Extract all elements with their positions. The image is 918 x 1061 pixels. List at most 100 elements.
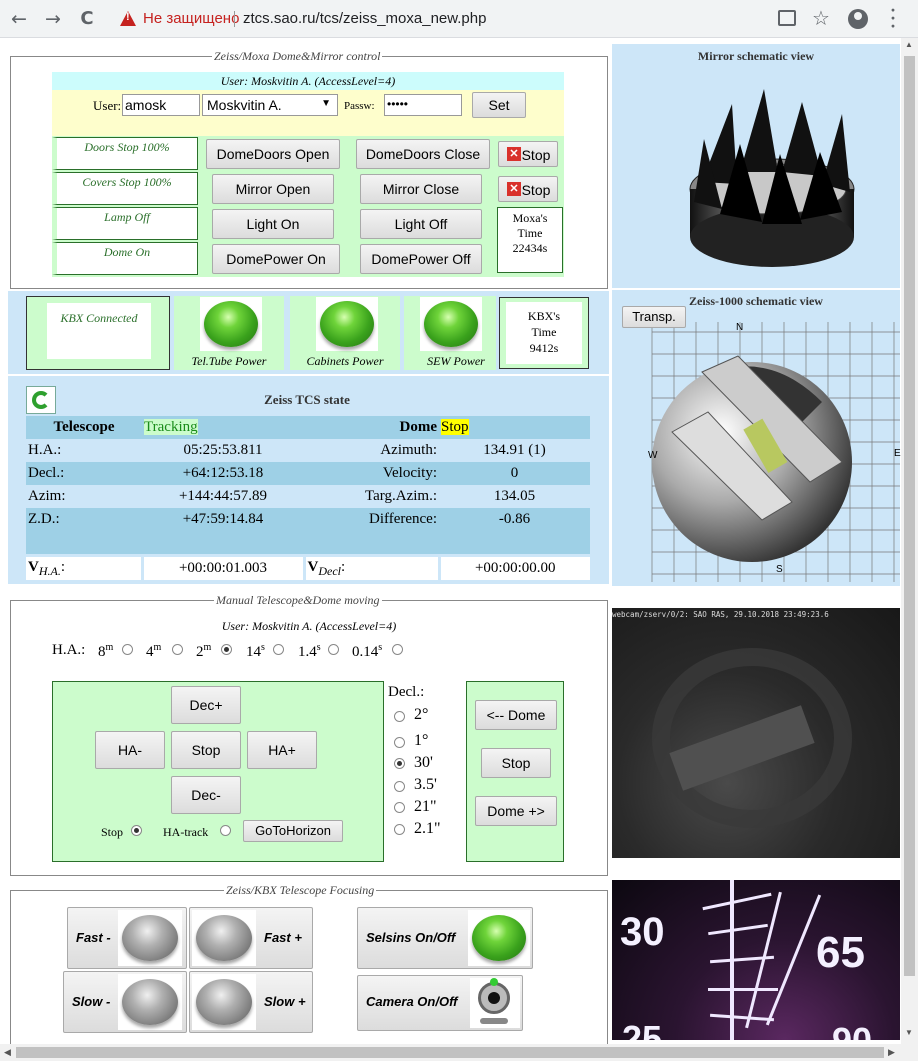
velocity-value: 0	[510, 465, 519, 481]
scale-label-65: 65	[816, 928, 865, 977]
url-text: ztcs.sao.ru/tcs/zeiss_moxa_new.php	[243, 10, 487, 27]
green-led-icon	[204, 301, 258, 347]
vertical-scrollbar[interactable]: ▲ ▼	[901, 38, 918, 1046]
security-warning: Не защищено	[143, 10, 240, 27]
tcs-title: Zeiss TCS state	[264, 392, 350, 407]
webcam-focus-scale-image: 30 65 25 90	[612, 880, 900, 1040]
ha-step-8m[interactable]	[122, 644, 133, 655]
user-select[interactable]: Moskvitin A. ▼	[202, 94, 338, 116]
decl-step-2deg[interactable]	[394, 711, 405, 722]
vdec-value: +00:00:00.00	[437, 557, 590, 580]
gray-button-icon	[196, 979, 252, 1025]
mode-stop-radio[interactable]	[131, 825, 142, 836]
dec-plus-button[interactable]: Dec+	[171, 686, 241, 724]
decl-step-3-5min[interactable]	[394, 781, 405, 792]
azim-value: +144:44:57.89	[178, 488, 268, 504]
dec-minus-button[interactable]: Dec-	[171, 776, 241, 814]
decl-step-30min[interactable]	[394, 758, 405, 769]
back-icon[interactable]: ←	[6, 6, 32, 32]
light-off-button[interactable]: Light Off	[360, 209, 482, 239]
bookmark-star-icon[interactable]: ☆	[812, 6, 830, 30]
set-button[interactable]: Set	[472, 92, 526, 118]
menu-icon[interactable]: · · ·	[890, 1, 896, 35]
sew-power: SEW Power	[404, 296, 496, 370]
domedoors-close-button[interactable]: DomeDoors Close	[356, 139, 490, 169]
password-input[interactable]: •••••	[384, 94, 462, 116]
vdec-label: VDecl:	[302, 557, 439, 580]
vha-label: VH.A.:	[28, 558, 66, 578]
move-stop-button[interactable]: Stop	[171, 731, 241, 769]
domepower-on-button[interactable]: DomePower On	[212, 244, 340, 274]
manual-user-header: User: Moskvitin A. (AccessLevel=4)	[221, 619, 397, 633]
account-icon[interactable]	[848, 9, 868, 29]
kbx-time-frame: KBX's Time 9412s	[499, 297, 589, 369]
compass-east: E	[894, 448, 901, 459]
user-input[interactable]: amosk	[122, 94, 200, 116]
dome-state: Stop	[441, 419, 469, 435]
decl-step-1deg[interactable]	[394, 737, 405, 748]
translate-icon[interactable]	[778, 10, 796, 26]
domedoors-open-button[interactable]: DomeDoors Open	[206, 139, 340, 169]
decl-step-2-1sec[interactable]	[394, 824, 405, 835]
close-icon: ✕	[507, 182, 521, 196]
green-led-icon	[424, 301, 478, 347]
ha-step-4m[interactable]	[172, 644, 183, 655]
covers-stop-button[interactable]: ✕ Stop	[498, 176, 558, 202]
gray-button-icon	[122, 979, 178, 1025]
horizontal-scrollbar[interactable]: ◀ ▶	[0, 1044, 918, 1061]
webcam-dome-image: webcam/zserv/0/2: SAO RAS, 29.10.2018 23…	[612, 608, 900, 858]
reload-icon[interactable]: C	[74, 6, 100, 32]
dome-stop-button[interactable]: Stop	[481, 748, 551, 778]
ha-plus-button[interactable]: HA+	[247, 731, 317, 769]
address-bar[interactable]: ! Не защищено ztcs.sao.ru/tcs/zeiss_moxa…	[110, 4, 830, 34]
covers-status: Covers Stop 100%	[52, 172, 198, 205]
moxa-time-box: Moxa's Time 22434s	[497, 207, 563, 273]
dome-header: Dome	[399, 419, 438, 435]
fast-minus-button[interactable]: Fast -	[67, 907, 187, 969]
zeiss-view-panel: Zeiss-1000 schematic view N S W E Transp…	[612, 290, 901, 586]
vha-value: +00:00:01.003	[140, 557, 304, 580]
doors-stop-button[interactable]: ✕ Stop	[498, 141, 558, 167]
lamp-status: Lamp Off	[52, 207, 198, 240]
camera-toggle-button[interactable]: Camera On/Off	[357, 975, 523, 1031]
decl-step-21sec[interactable]	[394, 802, 405, 813]
vertical-scroll-thumb[interactable]	[904, 56, 915, 976]
gray-button-icon	[196, 915, 252, 961]
slow-minus-button[interactable]: Slow -	[63, 971, 187, 1033]
gray-button-icon	[122, 915, 178, 961]
ha-minus-button[interactable]: HA-	[95, 731, 165, 769]
goto-horizon-button[interactable]: GoToHorizon	[243, 820, 343, 842]
selsins-toggle-button[interactable]: Selsins On/Off	[357, 907, 533, 969]
zd-value: +47:59:14.84	[182, 511, 264, 527]
compass-north: N	[736, 322, 744, 333]
forward-icon[interactable]: →	[40, 6, 66, 32]
close-icon: ✕	[507, 147, 521, 161]
fast-plus-button[interactable]: Fast +	[189, 907, 313, 969]
user-header: User: Moskvitin A. (AccessLevel=4)	[52, 72, 564, 90]
dome-move-pad: <-- Dome Stop Dome +>	[466, 681, 564, 862]
dome-right-button[interactable]: Dome +>	[475, 796, 557, 826]
horizontal-scroll-thumb[interactable]	[16, 1047, 884, 1058]
dome-status: Dome On	[52, 242, 198, 275]
telescope-header: Telescope	[53, 419, 115, 435]
light-on-button[interactable]: Light On	[212, 209, 334, 239]
ha-step-1-4s[interactable]	[328, 644, 339, 655]
mode-track-radio[interactable]	[220, 825, 231, 836]
dome-left-button[interactable]: <-- Dome	[475, 700, 557, 730]
targ-azim-value: 134.05	[493, 488, 536, 504]
ha-step-0-14s[interactable]	[392, 644, 403, 655]
slow-plus-button[interactable]: Slow +	[189, 971, 313, 1033]
kbx-time-box: KBX's Time 9412s	[506, 302, 582, 364]
cabinets-power: Cabinets Power	[290, 296, 400, 370]
domepower-off-button[interactable]: DomePower Off	[360, 244, 482, 274]
mirror-open-button[interactable]: Mirror Open	[212, 174, 334, 204]
focusing-legend: Zeiss/KBX Telescope Focusing	[224, 883, 377, 898]
ha-step-14s[interactable]	[273, 644, 284, 655]
compass-west: W	[648, 450, 658, 461]
mirror-close-button[interactable]: Mirror Close	[360, 174, 482, 204]
transp-button[interactable]: Transp.	[622, 306, 686, 328]
mirror-schematic	[689, 89, 855, 267]
manual-legend: Manual Telescope&Dome moving	[214, 593, 382, 608]
telescope-move-pad: Dec+ HA- Stop HA+ Dec- Stop HA-track GoT…	[52, 681, 384, 862]
ha-step-2m[interactable]	[221, 644, 232, 655]
